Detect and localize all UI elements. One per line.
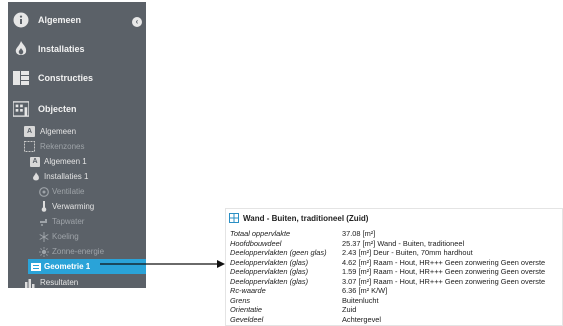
- sidebar-item-constructies[interactable]: Constructies: [8, 64, 146, 92]
- sidebar-item-resultaten[interactable]: Resultaten: [8, 275, 146, 288]
- property-key: Deeloppervlakten (geen glas): [230, 248, 327, 257]
- tree-item-label: Tapwater: [52, 217, 85, 226]
- thermometer-icon: [38, 201, 49, 212]
- property-value: 25.37 [m²] Wand - Buiten, traditioneel: [342, 238, 465, 248]
- building-icon: [13, 101, 29, 117]
- tree-item-koeling[interactable]: Koeling: [8, 229, 146, 244]
- property-value: Buitenlucht: [342, 295, 379, 305]
- sidebar: Algemeen ‹ Installaties Constructies Obj…: [8, 2, 146, 288]
- tree-item-verwarming[interactable]: Verwarming: [8, 199, 146, 214]
- property-key: Geveldeel: [230, 314, 264, 324]
- sidebar-item-algemeen[interactable]: Algemeen ‹: [8, 6, 146, 34]
- property-value: 2.43 [m²] Deur - Buiten, 70mm hardhout: [342, 248, 473, 257]
- property-value: Achtergevel: [342, 314, 382, 324]
- property-key: Deeloppervlakten (glas): [230, 276, 309, 286]
- tree-item-label: Resultaten: [40, 278, 79, 287]
- property-value: 3.07 [m²] Raam - Hout, HR+++ Geen zonwer…: [342, 276, 546, 286]
- property-value: 1.59 [m²] Raam - Hout, HR+++ Geen zonwer…: [342, 267, 546, 276]
- tree-item-label: Rekenzones: [40, 142, 85, 151]
- property-value: 37.08 [m²]: [342, 229, 376, 238]
- sidebar-item-objecten[interactable]: Objecten: [8, 95, 146, 123]
- tree-item-ventilatie[interactable]: Ventilatie: [8, 184, 146, 199]
- sun-icon: [38, 246, 49, 257]
- property-key: Totaal oppervlakte: [230, 229, 291, 238]
- letter-a-icon: A: [24, 126, 35, 137]
- tree-item-label: Ventilatie: [52, 187, 85, 196]
- panel-title: Wand - Buiten, traditioneel (Zuid): [229, 213, 368, 223]
- tree-item-label: Zonne-energie: [52, 247, 105, 256]
- flame-icon: [13, 41, 29, 57]
- property-key: Grens: [230, 295, 251, 305]
- chart-icon: [24, 277, 35, 288]
- property-value: 4.62 [m²] Raam - Hout, HR+++ Geen zonwer…: [342, 257, 546, 267]
- ventilation-icon: [38, 186, 49, 197]
- panel-title-text: Wand - Buiten, traditioneel (Zuid): [243, 213, 369, 223]
- tree-item-label: Verwarming: [52, 202, 95, 211]
- tree-item-tapwater[interactable]: Tapwater: [8, 214, 146, 229]
- tree-item-algemeen-1[interactable]: A Algemeen 1: [8, 154, 146, 169]
- zones-icon: [24, 141, 35, 152]
- flame-icon: [30, 171, 41, 182]
- property-key: Hoofdbouwdeel: [230, 238, 282, 248]
- snowflake-icon: [38, 231, 49, 242]
- sidebar-item-installaties[interactable]: Installaties: [8, 35, 146, 63]
- collapse-sidebar-button[interactable]: ‹: [132, 17, 142, 27]
- constructions-icon: [13, 70, 29, 86]
- sidebar-item-label: Installaties: [38, 44, 85, 54]
- property-value: 6.36 [m² K/W]: [342, 286, 388, 295]
- tree-item-label: Algemeen 1: [44, 157, 87, 166]
- detail-panel: Wand - Buiten, traditioneel (Zuid) Totaa…: [225, 208, 563, 326]
- sidebar-item-label: Constructies: [38, 73, 94, 83]
- property-key: Rc-waarde: [230, 286, 266, 295]
- tree-item-label: Algemeen: [40, 127, 77, 136]
- letter-a-icon: A: [30, 156, 40, 167]
- property-key: Orientatie: [230, 305, 263, 314]
- tree-item-rekenzones[interactable]: Rekenzones: [8, 139, 146, 154]
- property-key: Deeloppervlakten (glas): [230, 267, 309, 276]
- info-icon: [13, 12, 29, 28]
- tree-item-label: Koeling: [52, 232, 79, 241]
- sidebar-item-label: Algemeen: [38, 15, 82, 25]
- geometry-icon: [30, 261, 41, 272]
- tree-item-installaties-1[interactable]: Installaties 1: [8, 169, 146, 184]
- screenshot-stage: Algemeen ‹ Installaties Constructies Obj…: [0, 0, 563, 326]
- property-value: Zuid: [342, 305, 357, 314]
- wall-icon: [229, 213, 239, 223]
- water-icon: [38, 216, 49, 227]
- sidebar-item-label: Objecten: [38, 104, 77, 114]
- tree-item-algemeen[interactable]: A Algemeen: [8, 124, 146, 139]
- property-key: Deeloppervlakten (glas): [230, 257, 309, 267]
- tree-item-label: Geometrie 1: [44, 262, 91, 271]
- tree-item-label: Installaties 1: [44, 172, 89, 181]
- pointer-arrow: [100, 260, 225, 268]
